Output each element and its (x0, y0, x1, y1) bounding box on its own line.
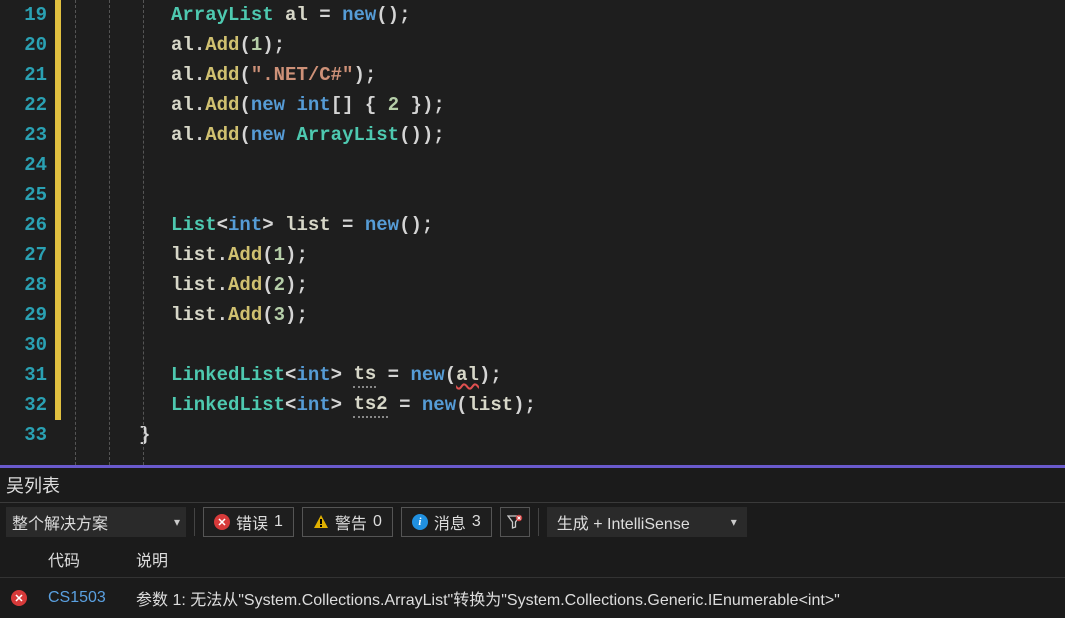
line-number: 32 (0, 394, 55, 416)
messages-filter-button[interactable]: i 消息 3 (401, 507, 492, 537)
line-number: 30 (0, 334, 55, 356)
line-number: 31 (0, 364, 55, 386)
code-area[interactable]: ArrayList al = new(); al.Add(1); al.Add(… (61, 0, 1065, 465)
error-list-toolbar: 整个解决方案 ▾ ✕ 错误 1 警告 0 i 消息 3 (0, 502, 1065, 541)
error-list-panel: 吴列表 整个解决方案 ▾ ✕ 错误 1 警告 0 i 消息 3 (0, 468, 1065, 618)
code-line[interactable]: list.Add(3); (171, 300, 1065, 330)
code-line[interactable]: list.Add(2); (171, 270, 1065, 300)
indent-guide (75, 0, 76, 465)
error-list-header[interactable]: 代码 说明 (0, 541, 1065, 578)
line-number: 28 (0, 274, 55, 296)
separator (194, 508, 195, 536)
code-line[interactable]: ArrayList al = new(); (171, 0, 1065, 30)
gutter-row[interactable]: 22 (0, 90, 61, 120)
code-line[interactable]: al.Add(".NET/C#"); (171, 60, 1065, 90)
line-number: 22 (0, 94, 55, 116)
error-icon: ✕ (214, 514, 230, 530)
token-method: Add (205, 34, 239, 56)
code-editor[interactable]: 19 20 21 22 23 24 25 26 27 28 29 30 31 32 33 ArrayList… (0, 0, 1065, 465)
token-var: al (285, 4, 308, 26)
line-number: 26 (0, 214, 55, 236)
line-number: 27 (0, 244, 55, 266)
code-line[interactable]: LinkedList<int> ts2 = new(list); (171, 390, 1065, 420)
code-line[interactable]: LinkedList<int> ts = new(al); (171, 360, 1065, 390)
code-line[interactable] (171, 330, 1065, 360)
line-number: 21 (0, 64, 55, 86)
error-code: CS1503 (48, 589, 118, 607)
scope-dropdown[interactable]: 整个解决方案 ▾ (6, 507, 186, 537)
line-number: 20 (0, 34, 55, 56)
gutter-row[interactable]: 20 (0, 30, 61, 60)
gutter-row[interactable]: 27 (0, 240, 61, 270)
code-line[interactable]: al.Add(1); (171, 30, 1065, 60)
info-icon: i (412, 514, 428, 530)
gutter-row[interactable]: 25 (0, 180, 61, 210)
separator (538, 508, 539, 536)
column-code[interactable]: 代码 (48, 547, 118, 571)
errors-filter-button[interactable]: ✕ 错误 1 (203, 507, 294, 537)
token-string: ".NET/C#" (251, 64, 354, 86)
gutter-row[interactable]: 30 (0, 330, 61, 360)
line-number: 29 (0, 304, 55, 326)
code-line[interactable] (171, 180, 1065, 210)
code-line[interactable]: list.Add(1); (171, 240, 1065, 270)
clear-filter-button[interactable] (500, 507, 530, 537)
warning-icon (313, 514, 329, 530)
indent-guide (109, 0, 110, 465)
gutter: 19 20 21 22 23 24 25 26 27 28 29 30 31 32 33 (0, 0, 61, 465)
code-line[interactable]: al.Add(new ArrayList()); (171, 120, 1065, 150)
token-number: 1 (251, 34, 262, 56)
token-type: ArrayList (171, 4, 274, 26)
gutter-row[interactable]: 28 (0, 270, 61, 300)
gutter-row[interactable]: 24 (0, 150, 61, 180)
error-icon: ✕ (11, 590, 27, 606)
line-number: 25 (0, 184, 55, 206)
line-number: 24 (0, 154, 55, 176)
column-description[interactable]: 说明 (136, 547, 168, 571)
gutter-row[interactable]: 21 (0, 60, 61, 90)
warnings-filter-button[interactable]: 警告 0 (302, 507, 393, 537)
error-description: 参数 1: 无法从"System.Collections.ArrayList"转… (136, 586, 1057, 610)
error-row[interactable]: ✕ CS1503 参数 1: 无法从"System.Collections.Ar… (0, 578, 1065, 618)
error-squiggle[interactable]: al (456, 364, 479, 386)
line-number: 23 (0, 124, 55, 146)
gutter-row[interactable]: 29 (0, 300, 61, 330)
scope-label: 整个解决方案 (12, 510, 108, 534)
gutter-row[interactable]: 19 (0, 0, 61, 30)
token-keyword: new (342, 4, 376, 26)
indent-guide (143, 0, 144, 465)
code-line[interactable]: List<int> list = new(); (171, 210, 1065, 240)
gutter-row[interactable]: 32 (0, 390, 61, 420)
filter-off-icon (507, 514, 523, 530)
gutter-row[interactable]: 31 (0, 360, 61, 390)
gutter-row[interactable]: 26 (0, 210, 61, 240)
line-number: 19 (0, 4, 55, 26)
chevron-down-icon: ▾ (174, 515, 180, 529)
code-line[interactable] (171, 150, 1065, 180)
line-number: 33 (0, 424, 55, 446)
code-line[interactable]: } (139, 420, 1065, 450)
gutter-row[interactable]: 33 (0, 420, 61, 450)
build-intellisense-dropdown[interactable]: 生成 + IntelliSense ▾ (547, 507, 747, 537)
chevron-down-icon: ▾ (731, 515, 737, 529)
error-list-title: 吴列表 (0, 468, 1065, 502)
code-line[interactable]: al.Add(new int[] { 2 }); (171, 90, 1065, 120)
gutter-row[interactable]: 23 (0, 120, 61, 150)
